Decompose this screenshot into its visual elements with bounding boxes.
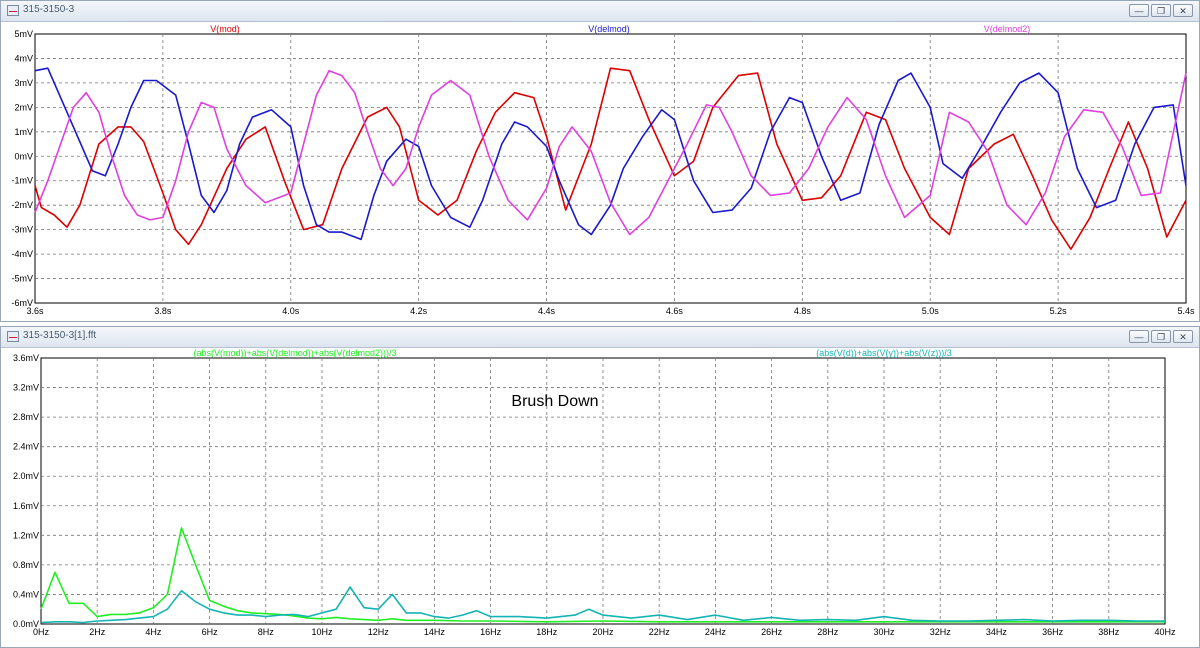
x-tick-label: 4.8s [794,306,812,316]
y-tick-label: 0.4mV [13,589,39,599]
y-tick-label: 3.6mV [13,353,39,363]
x-tick-label: 4.2s [410,306,428,316]
x-tick-label: 6Hz [202,627,219,637]
y-tick-label: 1mV [14,127,33,137]
close-icon: ✕ [1179,332,1187,342]
x-tick-label: 26Hz [761,627,783,637]
waveform-icon [7,5,19,16]
x-tick-label: 36Hz [1042,627,1064,637]
fft-chart[interactable]: 0Hz 2Hz 4Hz 6Hz 8Hz 10Hz 12Hz 14Hz 16Hz 18Hz 20Hz 2… [1,348,1199,647]
x-tick-label: 38Hz [1098,627,1120,637]
y-tick-label: 2.8mV [13,412,39,422]
y-tick-label: 0.8mV [13,560,39,570]
x-tick-label: 5.4s [1177,306,1195,316]
fft-plot-window: 315-3150-3[1].fft — ❐ ✕ 0Hz 2Hz 4Hz 6Hz 8Hz 1… [0,326,1200,648]
x-tick-label: 40Hz [1154,627,1176,637]
x-tick-label: 8Hz [258,627,275,637]
x-tick-label: 5.0s [922,306,940,316]
x-tick-label: 30Hz [873,627,895,637]
x-tick-label: 2Hz [89,627,106,637]
time-plot-window: 315-3150-3 — ❐ ✕ 3.6s 3.8s 4.0s 4.2s 4.4s 4.6… [0,0,1200,322]
legend-entry[interactable]: V(mod) [210,24,240,34]
legend-entry[interactable]: V(delmod2) [984,24,1031,34]
y-tick-label: -6mV [11,298,33,308]
y-tick-label: 5mV [14,29,33,39]
x-tick-label: 3.8s [154,306,172,316]
time-plot-titlebar[interactable]: 315-3150-3 — ❐ ✕ [1,1,1199,22]
y-tick-label: -4mV [11,249,33,259]
x-tick-label: 18Hz [536,627,558,637]
close-button[interactable]: ✕ [1173,330,1193,343]
y-tick-label: 4mV [14,53,33,63]
y-tick-label: 2.4mV [13,442,39,452]
minimize-button[interactable]: — [1129,330,1149,343]
x-tick-label: 22Hz [649,627,671,637]
y-tick-label: -5mV [11,274,33,284]
chart-annotation: Brush Down [511,393,598,410]
y-tick-label: 2mV [14,102,33,112]
y-tick-label: 1.2mV [13,530,39,540]
y-tick-label: 3.2mV [13,383,39,393]
y-tick-label: 2.0mV [13,471,39,481]
y-tick-label: 3mV [14,78,33,88]
y-tick-label: -3mV [11,225,33,235]
window-title: 315-3150-3[1].fft [23,330,97,341]
x-tick-label: 4.0s [282,306,300,316]
x-tick-label: 32Hz [930,627,952,637]
x-tick-label: 4.6s [666,306,684,316]
x-tick-label: 12Hz [368,627,390,637]
fft-plot-titlebar[interactable]: 315-3150-3[1].fft — ❐ ✕ [1,327,1199,348]
y-tick-label: 0.0mV [13,619,39,629]
time-domain-chart[interactable]: 3.6s 3.8s 4.0s 4.2s 4.4s 4.6s 4.8s 5.0s 5.2s 5.4s… [1,22,1199,321]
restore-icon: ❐ [1156,332,1166,342]
x-tick-label: 34Hz [986,627,1008,637]
y-tick-label: -2mV [11,200,33,210]
x-tick-label: 24Hz [705,627,727,637]
y-tick-label: 1.6mV [13,501,39,511]
x-tick-label: 4.4s [538,306,556,316]
x-tick-label: 4Hz [145,627,162,637]
x-tick-label: 5.2s [1050,306,1068,316]
close-button[interactable]: ✕ [1173,4,1193,17]
x-tick-label: 10Hz [311,627,333,637]
minimize-icon: — [1134,6,1144,16]
y-tick-label: 0mV [14,151,33,161]
restore-button[interactable]: ❐ [1151,330,1171,343]
y-tick-label: -1mV [11,176,33,186]
x-tick-label: 14Hz [424,627,446,637]
x-tick-label: 16Hz [480,627,502,637]
restore-icon: ❐ [1156,6,1166,16]
legend-entry[interactable]: V(delmod) [588,24,630,34]
x-tick-label: 28Hz [817,627,839,637]
close-icon: ✕ [1179,6,1187,16]
minimize-button[interactable]: — [1129,4,1149,17]
window-title: 315-3150-3 [23,4,75,15]
legend-entry[interactable]: (abs(V(mod))+abs(V(delmod))+abs(V(delmod… [193,348,396,358]
legend-entry[interactable]: (abs(V(d))+abs(V(y))+abs(V(z)))/3 [816,348,952,358]
x-tick-label: 20Hz [592,627,614,637]
restore-button[interactable]: ❐ [1151,4,1171,17]
plot-area[interactable] [34,33,1187,304]
minimize-icon: — [1134,332,1144,342]
waveform-icon [7,331,19,342]
